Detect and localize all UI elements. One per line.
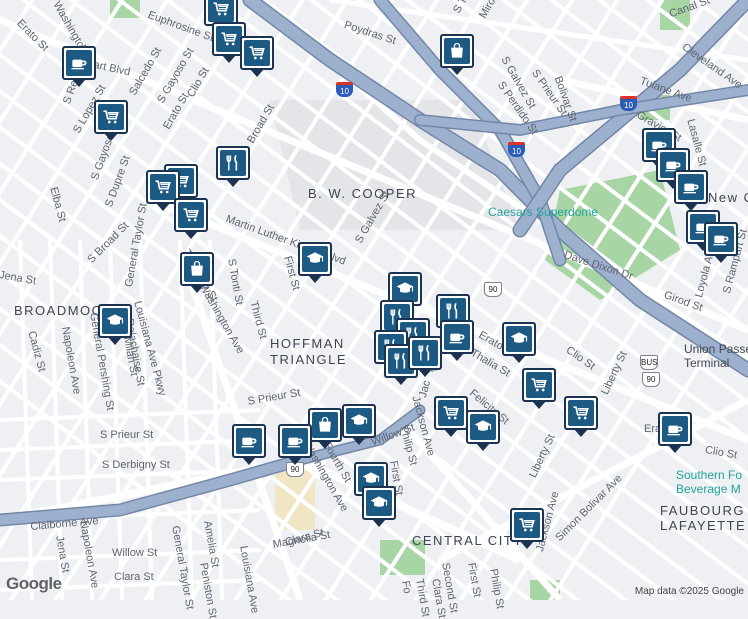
- restaurant-marker[interactable]: [408, 336, 442, 377]
- restaurant-icon: [220, 150, 246, 176]
- cafe-marker[interactable]: [674, 170, 708, 211]
- cafe-icon: [444, 324, 470, 350]
- cafe-marker[interactable]: [232, 424, 266, 465]
- neighborhood-label: HOFFMAN: [270, 336, 345, 351]
- cafe-marker[interactable]: [658, 412, 692, 453]
- grocery-icon: [438, 400, 464, 426]
- restaurant-marker[interactable]: [216, 146, 250, 187]
- grocery-icon: [178, 202, 204, 228]
- place-label: Beverage M: [676, 482, 741, 496]
- grocery-icon: [244, 40, 270, 66]
- grocery-icon: [568, 400, 594, 426]
- cafe-icon: [708, 226, 734, 252]
- street-label: Willow St: [112, 547, 158, 559]
- school-icon: [302, 246, 328, 272]
- us-route-shield: 90: [484, 282, 502, 297]
- grocery-marker[interactable]: [510, 508, 544, 549]
- grocery-marker[interactable]: [240, 36, 274, 77]
- street-label: Clara St: [114, 571, 154, 583]
- interstate-shield: 10: [508, 142, 525, 157]
- school-marker[interactable]: [298, 242, 332, 283]
- interstate-shield: 10: [336, 82, 353, 97]
- cafe-marker[interactable]: [62, 46, 96, 87]
- map-attribution: Map data ©2025 Google: [634, 586, 744, 597]
- neighborhood-label: B. W. COOPER: [308, 186, 418, 201]
- neighborhood-label: LAFAYETTE: [660, 518, 747, 533]
- street-label: Fo: [399, 579, 414, 595]
- cafe-marker[interactable]: [278, 424, 312, 465]
- grocery-icon: [526, 372, 552, 398]
- neighborhood-label: TRIANGLE: [270, 352, 348, 367]
- shopping-marker[interactable]: [308, 408, 342, 449]
- neighborhood-label: CENTRAL CITY: [412, 533, 524, 548]
- school-marker[interactable]: [502, 322, 536, 363]
- school-icon: [506, 326, 532, 352]
- interstate-shield: 10: [620, 96, 637, 111]
- grocery-marker[interactable]: [522, 368, 556, 409]
- cafe-icon: [282, 428, 308, 454]
- shopping-icon: [312, 412, 338, 438]
- place-label: Terminal: [684, 356, 730, 370]
- place-label: Union Passenger: [684, 342, 748, 356]
- cafe-icon: [662, 416, 688, 442]
- cafe-icon: [236, 428, 262, 454]
- grocery-marker[interactable]: [434, 396, 468, 437]
- grocery-icon: [98, 104, 124, 130]
- school-icon: [102, 308, 128, 334]
- cafe-marker[interactable]: [704, 222, 738, 263]
- cafe-icon: [678, 174, 704, 200]
- us-route-shield: BUS: [640, 355, 658, 370]
- neighborhood-label: FAUBOURG: [660, 503, 745, 518]
- place-label: Caesars Superdome: [488, 205, 599, 219]
- street-label: S Derbigny St: [102, 459, 170, 471]
- grocery-icon: [216, 26, 242, 52]
- school-marker[interactable]: [342, 404, 376, 445]
- grocery-icon: [150, 174, 176, 200]
- place-label: New Or: [708, 190, 748, 205]
- grocery-marker[interactable]: [94, 100, 128, 141]
- restaurant-icon: [412, 340, 438, 366]
- cafe-icon: [66, 50, 92, 76]
- shopping-marker[interactable]: [440, 34, 474, 75]
- school-marker[interactable]: [466, 410, 500, 451]
- grocery-icon: [208, 0, 234, 22]
- grocery-marker[interactable]: [174, 198, 208, 239]
- school-icon: [392, 276, 418, 302]
- grocery-marker[interactable]: [564, 396, 598, 437]
- us-route-shield: 90: [642, 372, 660, 387]
- shopping-icon: [184, 256, 210, 282]
- school-icon: [366, 490, 392, 516]
- school-marker[interactable]: [362, 486, 396, 527]
- shopping-icon: [444, 38, 470, 64]
- place-label: Southern Fo: [676, 468, 743, 482]
- grocery-icon: [514, 512, 540, 538]
- google-logo: Google: [6, 574, 62, 593]
- school-marker[interactable]: [98, 304, 132, 345]
- school-icon: [470, 414, 496, 440]
- street-label: S Prieur St: [100, 429, 154, 441]
- cafe-marker[interactable]: [440, 320, 474, 361]
- shopping-marker[interactable]: [180, 252, 214, 293]
- school-icon: [346, 408, 372, 434]
